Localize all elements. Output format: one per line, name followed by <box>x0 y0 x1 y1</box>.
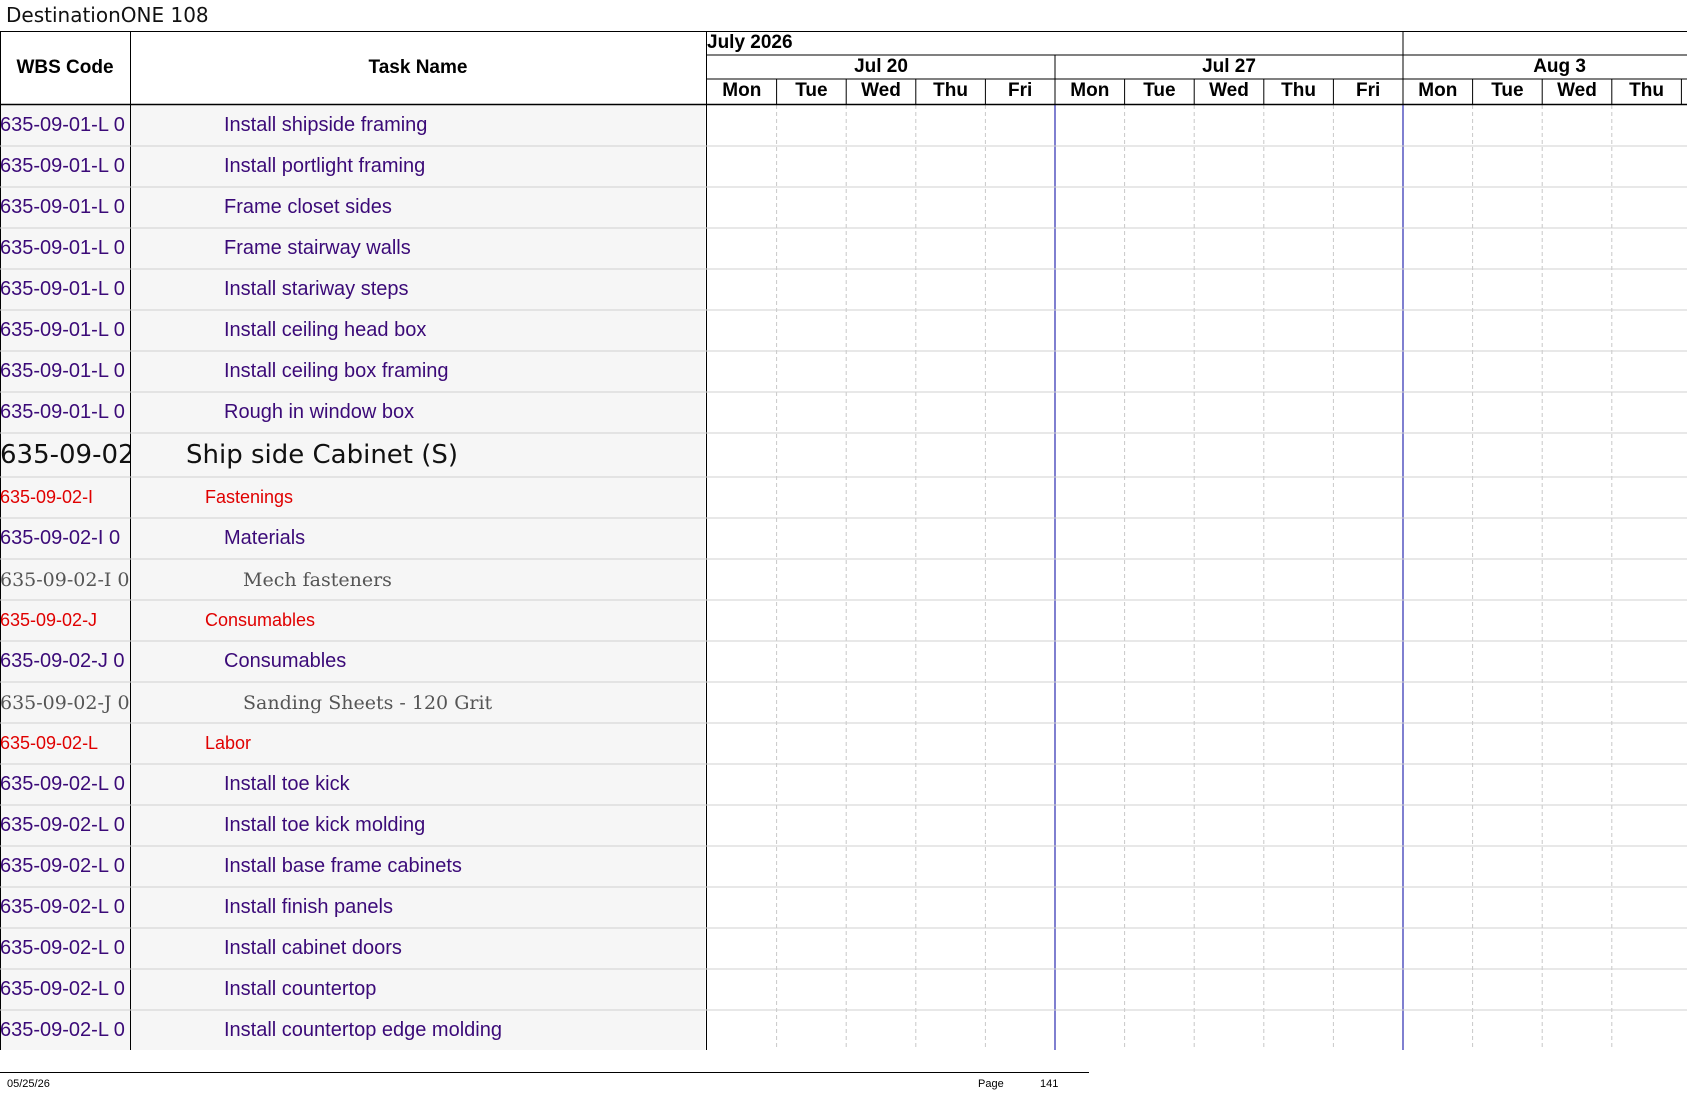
task-name-cell: Install toe kick <box>224 773 350 795</box>
gantt-table: WBS Code Task Name July 2026 Mon Tue Wed Th… <box>0 31 1687 1050</box>
task-name-cell: Rough in window box <box>224 401 415 423</box>
document-title: DestinationONE 108 <box>6 3 209 27</box>
wbs-code-cell: 635-09-01-L 0 <box>0 278 125 300</box>
month-label: July 2026 <box>707 32 793 53</box>
task-name-cell: Frame closet sides <box>224 196 392 218</box>
wbs-code-cell: 635-09-02-J <box>0 610 98 630</box>
wbs-code-cell: 635-09-02-I 0 <box>0 527 121 549</box>
wbs-code-cell: 635-09-02-I <box>0 487 94 507</box>
wbs-code-cell: 635-09-01-L 0 <box>0 237 125 259</box>
task-name-cell: Install stariway steps <box>224 278 409 300</box>
day-header-fri: Fri <box>1356 80 1381 101</box>
week-header: Aug 3 <box>1533 56 1586 77</box>
wbs-code-cell: 635-09-01-L 0 <box>0 360 125 382</box>
wbs-code-cell: 635-09-02 <box>0 440 130 470</box>
wbs-column-header[interactable]: WBS Code <box>0 31 130 104</box>
task-name-cell: Consumables <box>205 610 316 630</box>
day-header-tue: Tue <box>1491 80 1524 101</box>
wbs-code-cell: 635-09-02-L 0 <box>0 937 125 959</box>
task-name-cell: Consumables <box>224 650 347 672</box>
day-header-fri: Fri <box>1008 80 1033 101</box>
wbs-code-cell: 635-09-02-I 01- <box>0 568 130 591</box>
day-header-wed: Wed <box>1209 80 1249 101</box>
week-header: Jul 20 <box>854 56 908 77</box>
task-name-cell: Install ceiling head box <box>224 319 427 341</box>
week-header: Jul 27 <box>1202 56 1256 77</box>
task-name-cell: Install portlight framing <box>224 155 426 177</box>
day-header-mon: Mon <box>1070 80 1110 101</box>
wbs-code-cell: 635-09-02-J 01 <box>0 691 130 714</box>
wbs-code-cell: 635-09-01-L 0 <box>0 196 125 218</box>
day-header-tue: Tue <box>795 80 828 101</box>
day-header-wed: Wed <box>861 80 901 101</box>
wbs-code-cell: 635-09-02-L 0 <box>0 814 125 836</box>
task-name-cell: Ship side Cabinet (S) <box>186 440 459 470</box>
wbs-code-cell: 635-09-01-L 0 <box>0 401 125 423</box>
wbs-code-cell: 635-09-02-L 0 <box>0 896 125 918</box>
task-name-cell: Materials <box>224 527 306 549</box>
day-header-mon: Mon <box>1418 80 1458 101</box>
task-column-header[interactable]: Task Name <box>131 31 705 104</box>
task-name-cell: Install countertop edge molding <box>224 1019 502 1041</box>
wbs-code-cell: 635-09-02-L <box>0 733 99 753</box>
footer-date: 05/25/26 <box>7 1078 50 1090</box>
wbs-code-cell: 635-09-02-L 0 <box>0 773 125 795</box>
day-header-wed: Wed <box>1557 80 1597 101</box>
day-header-thu: Thu <box>1281 80 1316 101</box>
task-name-cell: Install ceiling box framing <box>224 360 449 382</box>
task-name-cell: Install toe kick molding <box>224 814 426 836</box>
wbs-code-cell: 635-09-02-L 0 <box>0 855 125 877</box>
task-name-cell: Install cabinet doors <box>224 937 402 959</box>
footer-rule <box>0 1072 1089 1073</box>
footer-page-label: Page <box>978 1078 1004 1090</box>
wbs-code-cell: 635-09-02-J 0 <box>0 650 125 672</box>
day-header-tue: Tue <box>1143 80 1176 101</box>
footer-page-number: 141 <box>1040 1078 1059 1090</box>
task-name-cell: Install countertop <box>224 978 377 1000</box>
wbs-code-cell: 635-09-02-L 0 <box>0 1019 125 1041</box>
task-name-cell: Install finish panels <box>224 896 393 918</box>
day-header-thu: Thu <box>933 80 968 101</box>
task-name-cell: Install base frame cabinets <box>224 855 462 877</box>
day-header-mon: Mon <box>722 80 762 101</box>
day-header-thu: Thu <box>1629 80 1664 101</box>
task-name-cell: Sanding Sheets - 120 Grit <box>243 691 493 714</box>
task-name-cell: Labor <box>205 733 252 753</box>
wbs-code-cell: 635-09-01-L 0 <box>0 319 125 341</box>
task-name-cell: Mech fasteners <box>243 568 392 591</box>
wbs-code-cell: 635-09-01-L 0 <box>0 155 125 177</box>
task-name-cell: Fastenings <box>205 487 294 507</box>
wbs-code-cell: 635-09-01-L 0 <box>0 114 125 136</box>
task-name-cell: Install shipside framing <box>224 114 428 136</box>
task-name-cell: Frame stairway walls <box>224 237 411 259</box>
wbs-code-cell: 635-09-02-L 0 <box>0 978 125 1000</box>
